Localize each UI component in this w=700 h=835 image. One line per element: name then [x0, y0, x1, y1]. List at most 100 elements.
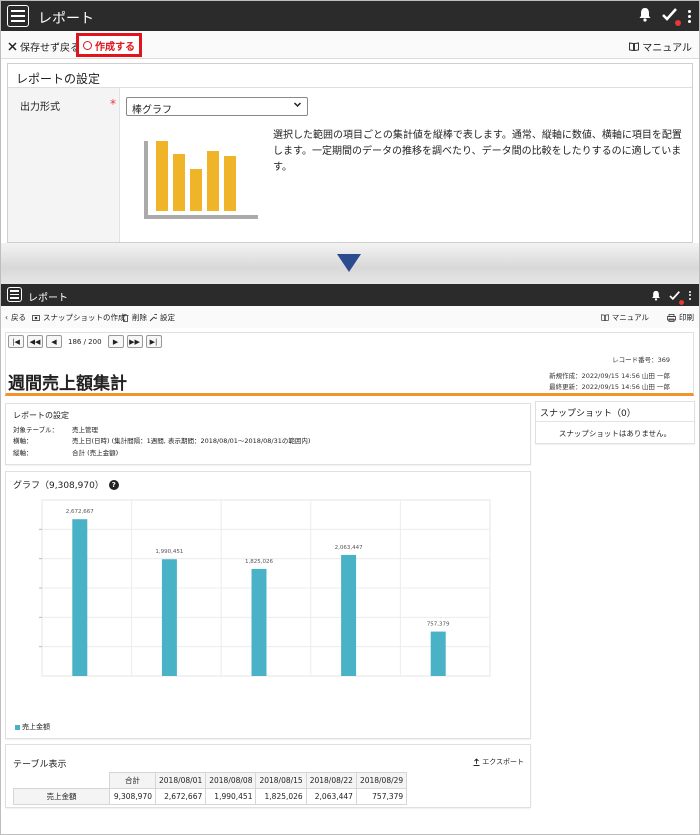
- discard-back-button[interactable]: 保存せず戻る: [8, 39, 80, 54]
- more-options-icon[interactable]: [689, 290, 691, 300]
- snapshot-title: スナップショット（0）: [540, 409, 636, 419]
- table-header-row: 合計 2018/08/01 2018/08/08 2018/08/15 2018…: [13, 772, 408, 789]
- export-label: エクスポート: [482, 758, 524, 766]
- manual-link[interactable]: マニュアル: [600, 312, 649, 323]
- printer-icon: [667, 313, 676, 322]
- settings-row: 対象テーブル： 売上管理: [13, 424, 98, 434]
- settings-value: 売上日(日時) (集計間隔：1週間, 表示期間：2018/08/01〜2018/…: [72, 437, 311, 445]
- table-header-cell: 2018/08/29: [355, 772, 408, 789]
- manual-label: マニュアル: [642, 43, 692, 54]
- todo-check-icon[interactable]: [669, 286, 684, 305]
- hamburger-menu-icon[interactable]: [7, 287, 22, 302]
- discard-back-label: 保存せず戻る: [20, 43, 80, 54]
- graph-card: グラフ（9,308,970） ? 2,672,667 1,990,451 1,825…: [5, 471, 531, 739]
- close-icon: [8, 42, 17, 51]
- notification-dot: [675, 19, 681, 26]
- bar-2018/08/22[interactable]: [341, 554, 357, 676]
- table-cell: 2,672,667: [154, 788, 207, 805]
- output-format-value: 棒グラフ: [132, 105, 172, 116]
- prev-10-button[interactable]: ◀◀: [27, 335, 43, 348]
- back-label: 戻る: [11, 313, 26, 322]
- table-cell: 1,825,026: [255, 788, 307, 805]
- page-indicator: 186 / 200: [68, 337, 102, 346]
- camera-icon: [32, 315, 40, 321]
- wrench-icon: [149, 313, 157, 321]
- snapshot-empty-message: スナップショットはありません。: [558, 429, 672, 438]
- settings-button[interactable]: 設定: [149, 312, 175, 323]
- notification-dot: [679, 299, 684, 305]
- notification-bell-icon[interactable]: [638, 7, 652, 26]
- table-cell: 757,379: [355, 788, 408, 805]
- table-header-cell: 2018/08/08: [205, 772, 257, 789]
- more-options-icon[interactable]: [688, 9, 691, 23]
- bottom-app-bar: レポート: [1, 284, 699, 306]
- output-format-select[interactable]: 棒グラフ: [126, 97, 308, 116]
- prev-record-button[interactable]: ◀: [46, 335, 62, 348]
- bar-chart: 2,672,667 1,990,451 1,825,026 2,063,447 757,…: [39, 499, 491, 677]
- manual-label: マニュアル: [611, 313, 649, 322]
- table-header-cell: 2018/08/01: [154, 772, 207, 789]
- chevron-left-icon: ‹: [5, 313, 8, 322]
- down-arrow-icon: [337, 254, 361, 272]
- data-table: 合計 2018/08/01 2018/08/08 2018/08/15 2018…: [13, 772, 408, 805]
- top-app-bar: レポート: [1, 1, 699, 31]
- table-row-label: 売上金額: [13, 788, 110, 805]
- book-icon: [629, 42, 640, 51]
- table-corner: [13, 772, 110, 789]
- bar-2018/08/01[interactable]: [72, 519, 88, 676]
- bar-2018/08/15[interactable]: [251, 568, 267, 676]
- export-button[interactable]: エクスポート: [473, 757, 524, 767]
- table-cell: 2,063,447: [305, 788, 357, 805]
- print-button[interactable]: 印刷: [667, 312, 694, 323]
- table-header-cell: 2018/08/15: [255, 772, 307, 789]
- app-title: レポート: [38, 11, 94, 27]
- record-pager: |◀ ◀◀ ◀ 186 / 200 ▶ ▶▶ ▶|: [8, 335, 162, 348]
- output-format-label: 出力形式: [20, 102, 60, 113]
- print-label: 印刷: [679, 313, 694, 322]
- table-row: 売上金額 9,308,970 2,672,667 1,990,451 1,825…: [13, 788, 408, 805]
- illustration-bar: [207, 151, 219, 211]
- top-toolbar: 保存せず戻る 作成する マニュアル: [1, 31, 699, 59]
- data-label: 2,063,447: [335, 545, 363, 551]
- data-label: 2,672,667: [66, 509, 94, 515]
- next-record-button[interactable]: ▶: [107, 335, 124, 348]
- report-toolbar: ‹ 戻る スナップショットの作成 削除 設定 マニュアル 印刷: [1, 306, 699, 328]
- todo-check-icon[interactable]: [662, 7, 681, 26]
- created-info: 新規作成：2022/09/15 14:56 山田 一郎: [549, 372, 670, 380]
- chart-type-description: 選択した範囲の項目ごとの集計値を縦棒で表します。通常、縦軸に数値、横軸に項目を配…: [273, 130, 682, 173]
- table-header-cell: 2018/08/22: [305, 772, 357, 789]
- data-label: 757,379: [427, 622, 450, 628]
- table-header-cell: 合計: [109, 772, 156, 789]
- settings-value: 合計 (売上金額): [72, 449, 119, 457]
- delete-label: 削除: [132, 313, 147, 322]
- chevron-down-icon: [293, 100, 302, 112]
- back-button[interactable]: ‹ 戻る: [5, 312, 26, 323]
- last-record-button[interactable]: ▶|: [145, 335, 162, 348]
- graph-title: グラフ（9,308,970）: [13, 481, 104, 491]
- bar-2018/08/29[interactable]: [430, 631, 446, 676]
- table-cell: 1,990,451: [205, 788, 257, 805]
- chart-legend[interactable]: 売上金額: [15, 722, 50, 732]
- create-snapshot-button[interactable]: スナップショットの作成: [32, 312, 126, 323]
- table-title: テーブル表示: [13, 760, 67, 770]
- illustration-bar: [190, 169, 202, 211]
- help-icon[interactable]: ?: [108, 479, 119, 490]
- notification-bell-icon[interactable]: [651, 286, 661, 305]
- next-10-button[interactable]: ▶▶: [126, 335, 143, 348]
- settings-row: 縦軸： 合計 (売上金額): [13, 447, 118, 457]
- manual-link[interactable]: マニュアル: [629, 39, 692, 54]
- bar-2018/08/08[interactable]: [161, 559, 177, 676]
- illustration-bar: [173, 154, 185, 211]
- graph-title-row: グラフ（9,308,970） ?: [13, 478, 119, 491]
- legend-swatch: [15, 724, 20, 730]
- settings-label: 設定: [160, 313, 175, 322]
- delete-button[interactable]: 削除: [122, 312, 147, 323]
- app-title: レポート: [28, 293, 68, 304]
- settings-row: 横軸： 売上日(日時) (集計間隔：1週間, 表示期間：2018/08/01〜2…: [13, 435, 310, 445]
- snapshot-card: スナップショット（0） スナップショットはありません。: [535, 401, 695, 444]
- first-record-button[interactable]: |◀: [8, 335, 24, 348]
- create-button-label: 作成する: [95, 41, 135, 53]
- create-button[interactable]: 作成する: [76, 33, 142, 57]
- illustration-bar: [156, 141, 168, 211]
- hamburger-menu-icon[interactable]: [7, 5, 29, 27]
